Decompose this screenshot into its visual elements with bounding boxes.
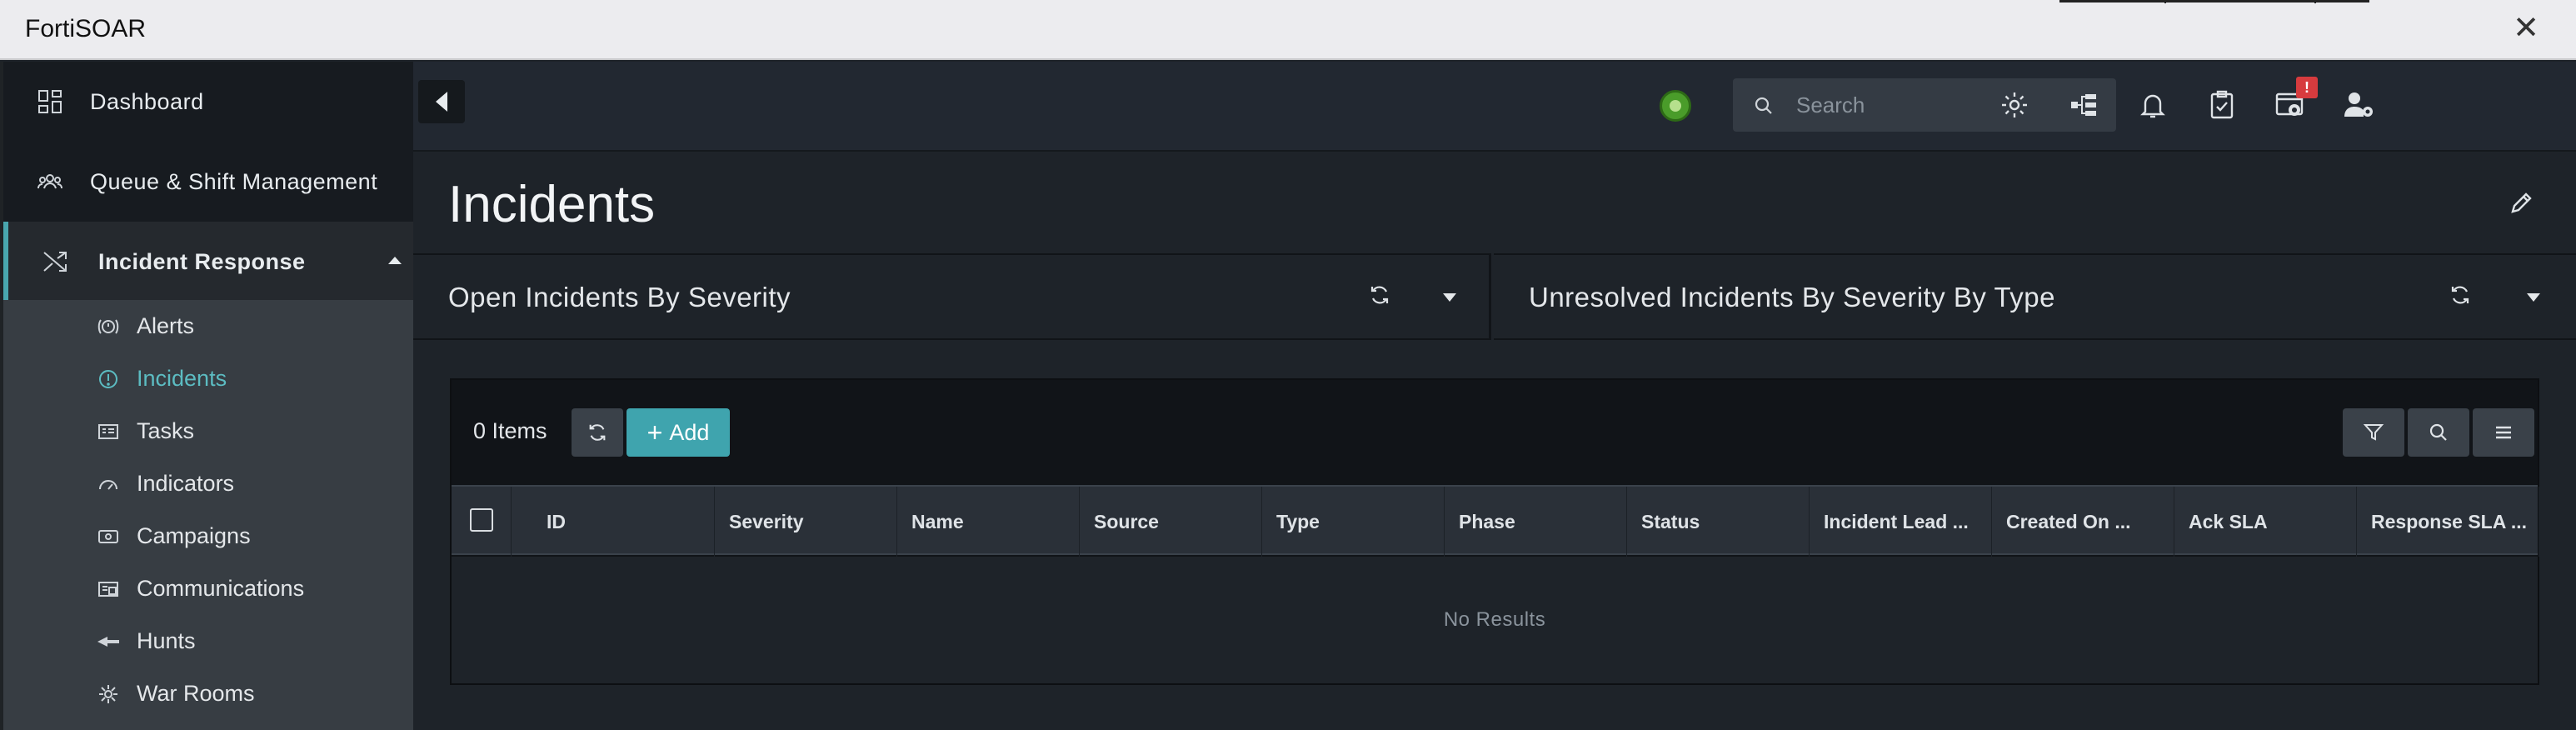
sidebar: Dashboard Queue & Shift Management Incid…	[0, 62, 413, 730]
column-header-status[interactable]: Status	[1628, 487, 1810, 557]
sidebar-item-label: Dashboard	[90, 88, 204, 114]
widget-unresolved-incidents-by-severity-by-type: Unresolved Incidents By Severity By Type	[1494, 253, 2576, 340]
caret-left-icon	[436, 92, 447, 112]
sidebar-subitem-label: Alerts	[137, 313, 195, 338]
search-icon	[1753, 95, 1775, 121]
sidebar-subitem-hunts[interactable]: Hunts	[3, 615, 413, 668]
refresh-icon	[589, 424, 606, 441]
grid-refresh-button[interactable]	[572, 408, 623, 457]
sidebar-subitem-communications[interactable]: Communications	[3, 562, 413, 615]
sidebar-subitem-label: Incidents	[137, 366, 227, 391]
titlebar-tick	[2164, 0, 2166, 3]
users-icon	[33, 165, 67, 198]
column-header-created-on[interactable]: Created On ...	[1993, 487, 2174, 557]
sidebar-subitem-label: Campaigns	[137, 523, 251, 548]
page-header: Incidents	[413, 150, 2576, 252]
bell-icon[interactable]	[2134, 87, 2171, 123]
column-header-incident-lead[interactable]: Incident Lead ...	[1810, 487, 1992, 557]
pencil-icon[interactable]	[2509, 190, 2534, 219]
column-header-type[interactable]: Type	[1263, 487, 1445, 557]
sidebar-item-label: Incident Response	[98, 248, 306, 274]
mail-icon	[95, 576, 122, 602]
column-header-phase[interactable]: Phase	[1445, 487, 1627, 557]
sidebar-subitem-incidents[interactable]: Incidents	[3, 352, 413, 405]
column-header-response-sla[interactable]: Response SLA ...	[2358, 487, 2539, 557]
system-settings-icon[interactable]: !	[2273, 77, 2318, 123]
window-titlebar: FortiSOAR ✕	[0, 0, 2576, 60]
notification-badge: !	[2296, 77, 2318, 98]
incident-icon	[95, 366, 122, 392]
window-title: FortiSOAR	[25, 15, 147, 42]
clipboard-check-icon[interactable]	[2204, 87, 2240, 123]
chevron-up-icon[interactable]	[388, 257, 402, 264]
column-menu-button[interactable]	[2473, 408, 2534, 457]
sidebar-subitem-war-rooms[interactable]: War Rooms	[3, 668, 413, 720]
gauge-icon	[95, 471, 122, 498]
chevron-down-icon[interactable]	[2527, 293, 2540, 302]
sidebar-subitem-label: Communications	[137, 576, 305, 601]
user-settings-icon[interactable]	[2341, 87, 2378, 123]
add-button-label: Add	[669, 419, 710, 445]
column-header-id[interactable]: ID	[533, 487, 715, 557]
grid-toolbar: 0 Items + Add	[452, 380, 2538, 485]
system-status-icon[interactable]	[1660, 90, 1691, 122]
sidebar-subitem-indicators[interactable]: Indicators	[3, 458, 413, 510]
add-button[interactable]: + Add	[627, 408, 730, 457]
menu-icon	[2496, 426, 2511, 439]
titlebar-decoration	[2059, 0, 2369, 3]
sidebar-subitem-tasks[interactable]: Tasks	[3, 405, 413, 458]
refresh-icon[interactable]	[1368, 283, 1391, 311]
chevron-down-icon[interactable]	[1443, 293, 1456, 302]
global-search[interactable]	[1733, 78, 2116, 132]
page-title: Incidents	[448, 176, 656, 233]
tasks-icon	[95, 418, 122, 445]
alert-icon	[95, 313, 122, 340]
select-all-cell	[452, 487, 512, 557]
campaign-icon	[95, 523, 122, 550]
widget-title: Open Incidents By Severity	[448, 282, 791, 312]
empty-state-text: No Results	[1443, 608, 1546, 631]
sidebar-item-dashboard[interactable]: Dashboard	[3, 62, 413, 142]
war-room-icon	[95, 681, 122, 708]
sidebar-subitem-label: Tasks	[137, 418, 195, 443]
sidebar-subitem-campaigns[interactable]: Campaigns	[3, 510, 413, 562]
grid-search-button[interactable]	[2408, 408, 2469, 457]
grid-body: No Results	[452, 557, 2538, 683]
hunt-icon	[95, 628, 122, 655]
settings-icon[interactable]	[1996, 87, 2033, 123]
sidebar-subnav: Alerts Incidents Tasks Indicators Campai…	[3, 300, 413, 730]
filter-button[interactable]	[2343, 408, 2404, 457]
column-header-severity[interactable]: Severity	[716, 487, 897, 557]
sidebar-item-queue-shift-management[interactable]: Queue & Shift Management	[3, 142, 413, 222]
sidebar-subitem-alerts[interactable]: Alerts	[3, 300, 413, 352]
plus-icon: +	[646, 418, 663, 448]
column-header-source[interactable]: Source	[1081, 487, 1262, 557]
item-count: 0 Items	[473, 418, 547, 443]
column-header-name[interactable]: Name	[898, 487, 1080, 557]
sidebar-subitem-label: War Rooms	[137, 681, 255, 706]
widget-title: Unresolved Incidents By Severity By Type	[1529, 282, 2056, 312]
column-header-ack-sla[interactable]: Ack SLA	[2175, 487, 2357, 557]
titlebar-tick	[2314, 0, 2316, 3]
search-icon	[2429, 423, 2447, 441]
window-close-button[interactable]: ✕	[2513, 12, 2539, 45]
shuffle-icon	[38, 245, 72, 278]
sidebar-subitem-label: Indicators	[137, 471, 235, 496]
search-input[interactable]	[1796, 88, 2096, 122]
filter-icon	[2363, 424, 2384, 441]
incidents-grid: 0 Items + Add ID Severity Name Source Ty…	[450, 378, 2539, 685]
sidebar-item-incident-response[interactable]: Incident Response	[3, 222, 413, 302]
grid-header-row: ID Severity Name Source Type Phase Statu…	[452, 485, 2539, 557]
refresh-icon[interactable]	[2449, 283, 2472, 311]
sidebar-collapse-button[interactable]	[418, 80, 465, 123]
select-all-checkbox[interactable]	[470, 508, 493, 532]
top-bar: !	[413, 62, 2576, 150]
grid-icon	[33, 85, 67, 118]
sidebar-item-label: Queue & Shift Management	[90, 168, 378, 194]
widget-open-incidents-by-severity: Open Incidents By Severity	[413, 253, 1491, 340]
hierarchy-icon[interactable]	[2065, 87, 2102, 123]
sidebar-subitem-label: Hunts	[137, 628, 196, 653]
